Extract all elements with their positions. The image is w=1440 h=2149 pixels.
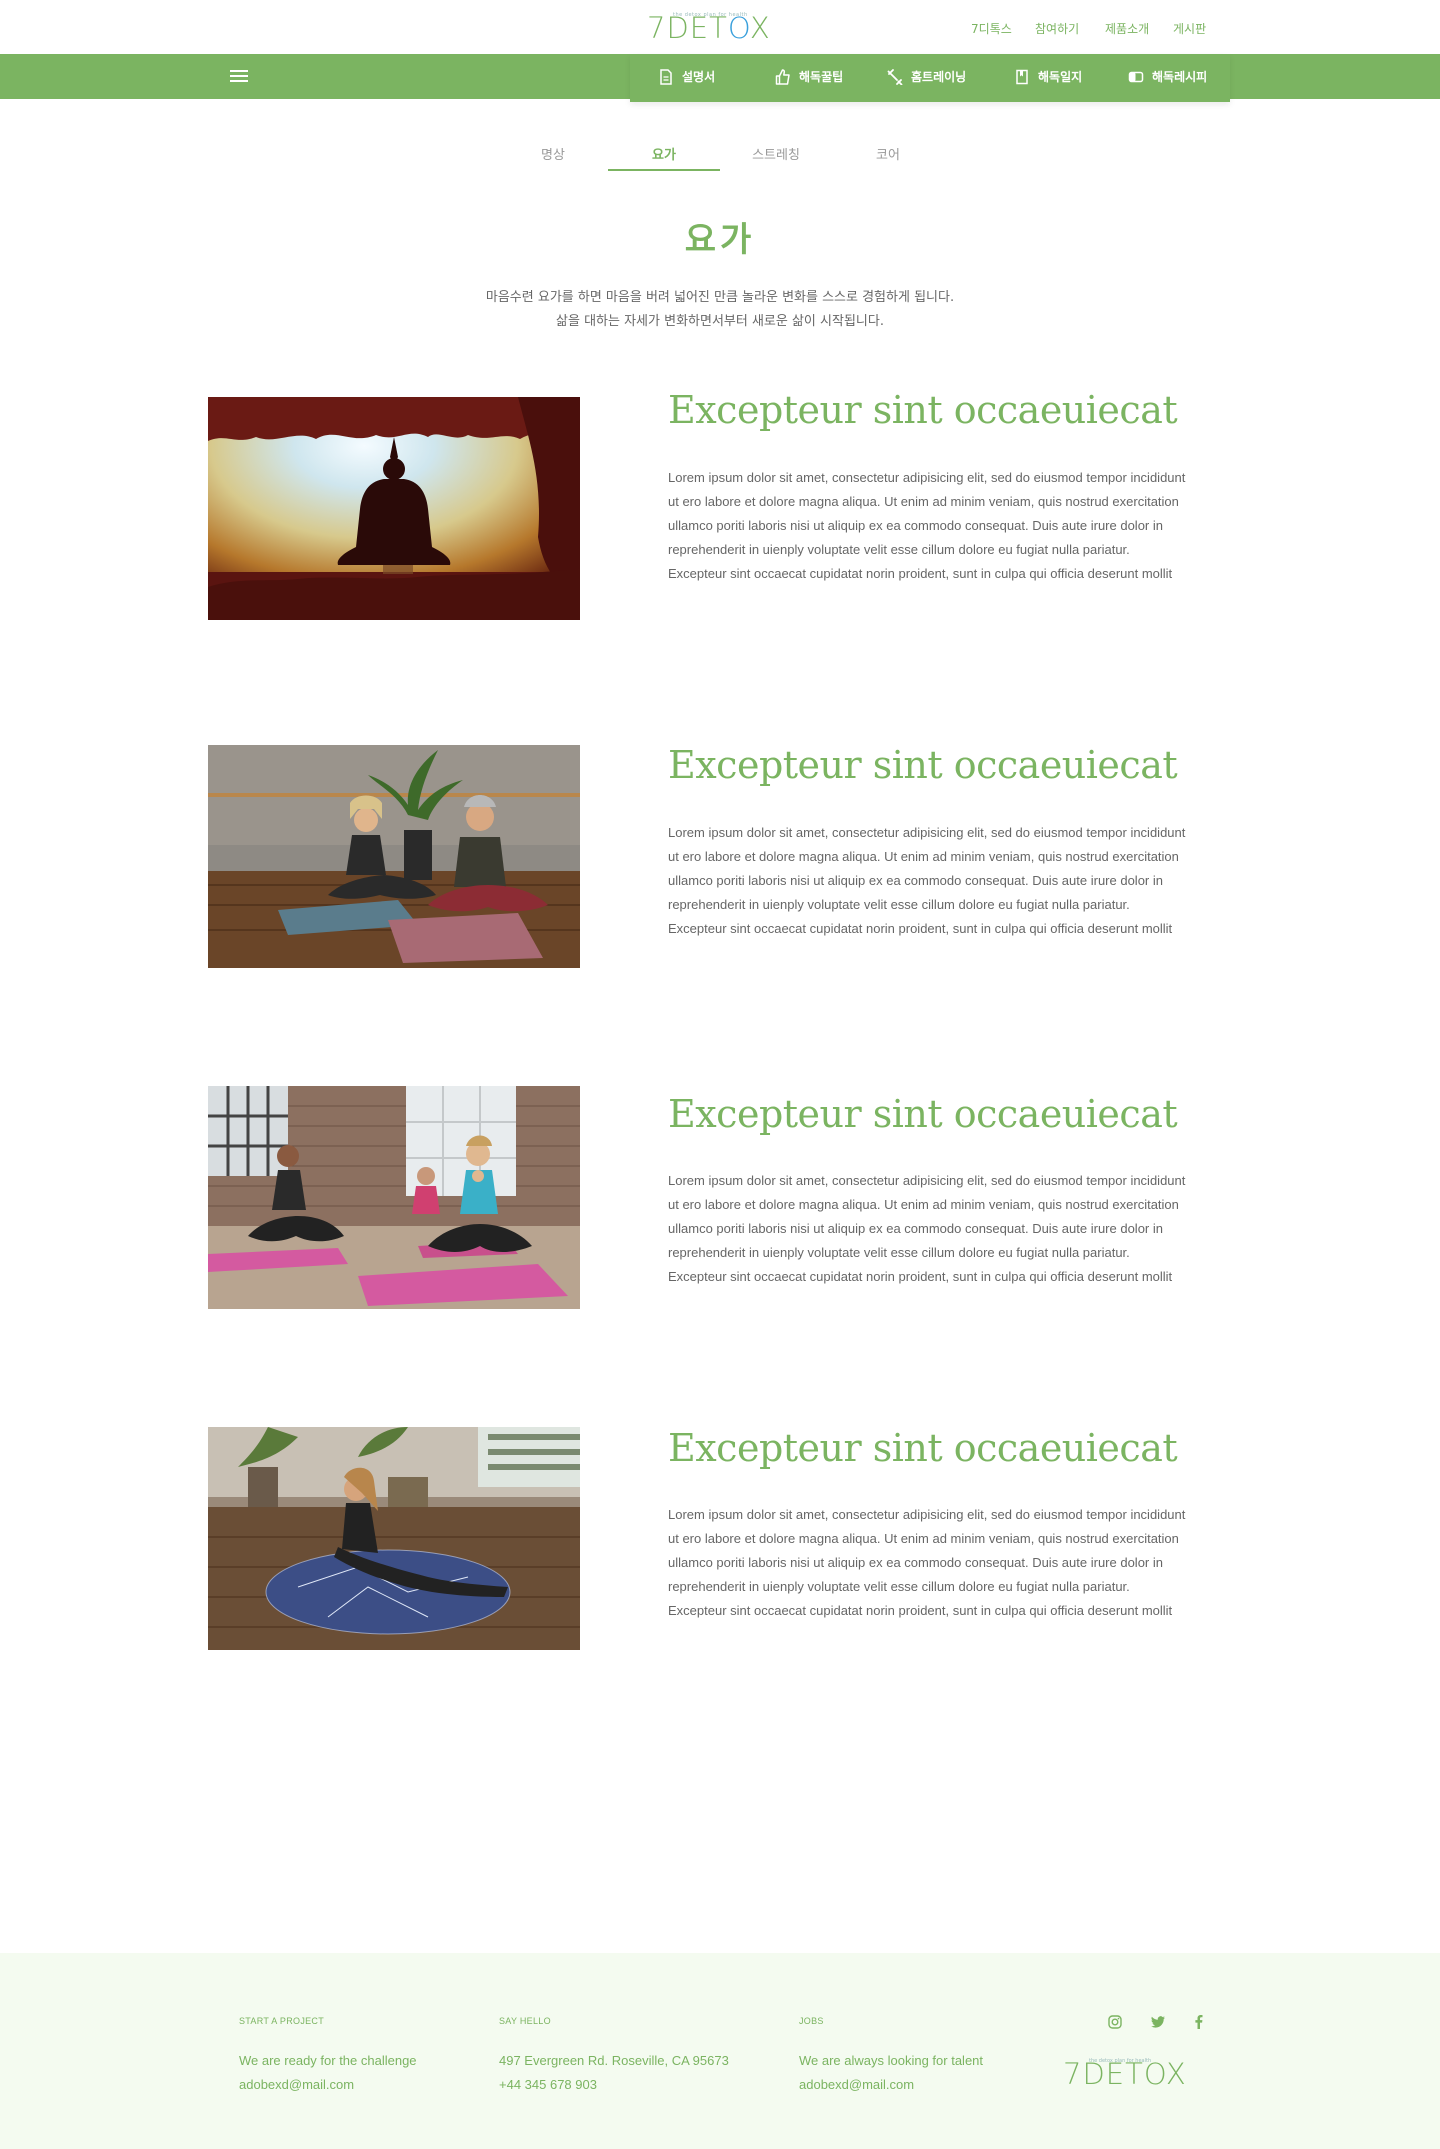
card-body: Lorem ipsum dolor sit amet, consectetur … <box>668 1169 1228 1289</box>
card-text-line: ut ero labore et dolore magna aliqua. Ut… <box>668 1197 1179 1212</box>
journal-icon <box>1016 69 1028 84</box>
yoga-stretch-image <box>208 1427 580 1650</box>
card-text-line: Lorem ipsum dolor sit amet, consectetur … <box>668 470 1186 485</box>
card-title: Excepteur sint occaeuiecat <box>668 1426 1178 1470</box>
active-tab-indicator <box>608 169 720 171</box>
top-nav-7detox[interactable]: 7디톡스 <box>971 20 1012 37</box>
top-header: the detox plan for health 7DETOX 7디톡스 참여… <box>0 0 1440 54</box>
nav-item-journal[interactable]: 해독일지 <box>1014 68 1082 85</box>
logo-wordmark: 7DETOX <box>1063 2057 1187 2091</box>
nav-item-label: 해독레시피 <box>1152 70 1208 84</box>
footer-phone-link[interactable]: +44 345 678 903 <box>499 2077 597 2092</box>
card-text-line: Excepteur sint occaecat cupidatat norin … <box>668 566 1173 581</box>
card-text-line: reprehenderit in uienply voluptate velit… <box>668 542 1130 557</box>
card-title: Excepteur sint occaeuiecat <box>668 1092 1178 1136</box>
card-text-line: Lorem ipsum dolor sit amet, consectetur … <box>668 825 1186 840</box>
footer-logo[interactable]: the detox plan for health 7DETOX <box>1063 2057 1208 2091</box>
nav-item-recipe[interactable]: 해독레시피 <box>1128 68 1207 85</box>
tab-stretching[interactable]: 스트레칭 <box>720 144 832 163</box>
page-description: 마음수련 요가를 하면 마음을 버려 넓어진 만큼 놀라운 변화를 스스로 경험… <box>0 286 1440 334</box>
card-text-line: Lorem ipsum dolor sit amet, consectetur … <box>668 1173 1186 1188</box>
card-text-line: ut ero labore et dolore magna aliqua. Ut… <box>668 494 1179 509</box>
menu-icon[interactable] <box>230 70 248 84</box>
facebook-icon[interactable] <box>1191 2014 1207 2030</box>
twitter-icon[interactable] <box>1150 2014 1166 2030</box>
footer-text: We are ready for the challenge <box>239 2053 417 2068</box>
description-line: 삶을 대하는 자세가 변화하면서부터 새로운 삶이 시작됩니다. <box>556 314 884 329</box>
main-nav-panel: 설명서 해독꿀팁 홈트레이닝 해독일지 해독레시피 <box>630 54 1230 102</box>
top-nav-join[interactable]: 참여하기 <box>1035 20 1079 37</box>
footer-email-link[interactable]: adobexd@mail.com <box>239 2077 354 2092</box>
card-text-line: reprehenderit in uienply voluptate velit… <box>668 1579 1130 1594</box>
nav-item-home-training[interactable]: 홈트레이닝 <box>887 68 966 85</box>
instagram-icon[interactable] <box>1107 2014 1123 2030</box>
description-line: 마음수련 요가를 하면 마음을 버려 넓어진 만큼 놀라운 변화를 스스로 경험… <box>485 290 955 305</box>
dumbbell-icon <box>887 68 903 85</box>
footer-heading-jobs: JOBS <box>799 2016 824 2026</box>
tab-meditation[interactable]: 명상 <box>497 144 609 163</box>
main-nav-bar: 설명서 해독꿀팁 홈트레이닝 해독일지 해독레시피 <box>0 54 1440 102</box>
card-text-line: ullamco poriti laboris nisi ut aliquip e… <box>668 518 1163 533</box>
top-nav-products[interactable]: 제품소개 <box>1105 20 1149 37</box>
footer-heading-hello: SAY HELLO <box>499 2016 551 2026</box>
card-body: Lorem ipsum dolor sit amet, consectetur … <box>668 821 1228 941</box>
nav-item-label: 설명서 <box>682 70 716 84</box>
card-text-line: ut ero labore et dolore magna aliqua. Ut… <box>668 1531 1179 1546</box>
page-title: 요가 <box>684 220 756 260</box>
card-text-line: ullamco poriti laboris nisi ut aliquip e… <box>668 873 1163 888</box>
yoga-class-image <box>208 1086 580 1309</box>
nav-item-label: 홈트레이닝 <box>911 70 967 84</box>
yoga-couple-image <box>208 745 580 968</box>
tab-yoga[interactable]: 요가 <box>608 144 720 163</box>
footer-email-link[interactable]: adobexd@mail.com <box>799 2077 914 2092</box>
card-title: Excepteur sint occaeuiecat <box>668 743 1178 787</box>
card-text-line: reprehenderit in uienply voluptate velit… <box>668 897 1130 912</box>
card-text-line: ut ero labore et dolore magna aliqua. Ut… <box>668 849 1179 864</box>
footer-text: We are always looking for talent <box>799 2053 984 2068</box>
footer-heading-project: START A PROJECT <box>239 2016 325 2026</box>
card-body: Lorem ipsum dolor sit amet, consectetur … <box>668 1503 1228 1623</box>
recipe-icon <box>1128 71 1144 82</box>
thumbs-up-icon <box>775 68 790 85</box>
tab-core[interactable]: 코어 <box>832 144 944 163</box>
document-icon <box>660 68 672 85</box>
footer-address: 497 Evergreen Rd. Roseville, CA 95673 <box>499 2053 729 2068</box>
brand-logo[interactable]: the detox plan for health 7DETOX <box>647 11 792 45</box>
card-text-line: Excepteur sint occaecat cupidatat norin … <box>668 1269 1173 1284</box>
nav-item-label: 해독일지 <box>1038 70 1083 84</box>
footer <box>0 1953 1440 2149</box>
card-body: Lorem ipsum dolor sit amet, consectetur … <box>668 466 1228 586</box>
nav-item-tips[interactable]: 해독꿀팁 <box>775 68 843 85</box>
top-nav-board[interactable]: 게시판 <box>1173 20 1206 37</box>
card-title: Excepteur sint occaeuiecat <box>668 388 1178 432</box>
card-text-line: ullamco poriti laboris nisi ut aliquip e… <box>668 1221 1163 1236</box>
card-text-line: reprehenderit in uienply voluptate velit… <box>668 1245 1130 1260</box>
card-text-line: Lorem ipsum dolor sit amet, consectetur … <box>668 1507 1186 1522</box>
logo-wordmark: 7DETOX <box>647 11 771 45</box>
card-text-line: Excepteur sint occaecat cupidatat norin … <box>668 1603 1173 1618</box>
card-text-line: ullamco poriti laboris nisi ut aliquip e… <box>668 1555 1163 1570</box>
yoga-sunset-image <box>208 397 580 620</box>
nav-item-manual[interactable]: 설명서 <box>658 68 715 85</box>
card-text-line: Excepteur sint occaecat cupidatat norin … <box>668 921 1173 936</box>
nav-item-label: 해독꿀팁 <box>799 70 844 84</box>
